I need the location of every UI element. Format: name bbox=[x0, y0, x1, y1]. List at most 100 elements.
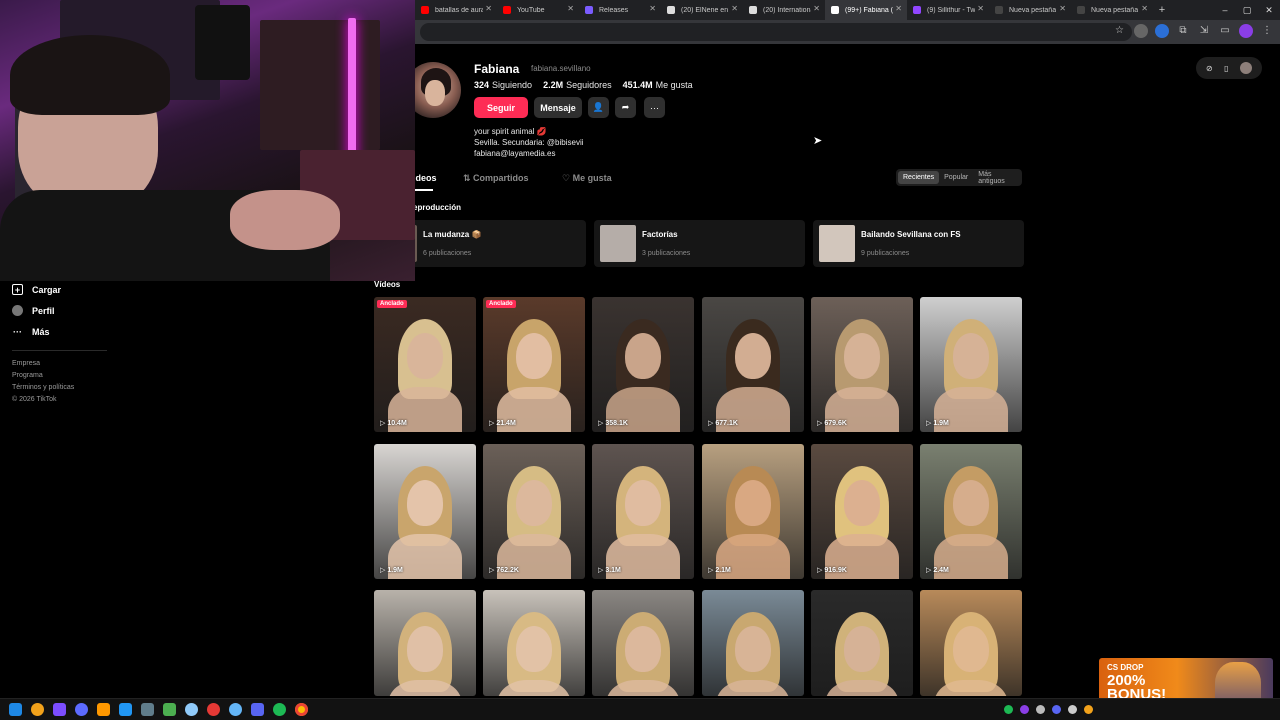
close-tab-icon[interactable]: ✕ bbox=[649, 4, 656, 13]
video-thumbnail[interactable]: Anclado ▷ 21.4M bbox=[483, 297, 585, 432]
sidebar-item-more[interactable]: ··· Más bbox=[12, 326, 50, 337]
puzzle-icon[interactable]: ⧉ bbox=[1176, 24, 1190, 38]
app-icon[interactable] bbox=[75, 703, 88, 716]
app-icon[interactable] bbox=[229, 703, 242, 716]
view-count-value: 1.9M bbox=[933, 420, 949, 427]
browser-tab[interactable]: Nueva pestaña ✕ bbox=[989, 0, 1071, 20]
video-thumbnail[interactable] bbox=[483, 590, 585, 696]
close-tab-icon[interactable]: ✕ bbox=[485, 4, 492, 13]
browser-tab[interactable]: (20) International ✕ bbox=[743, 0, 825, 20]
sidebar-item-profile[interactable]: Perfil bbox=[12, 305, 55, 316]
video-thumbnail[interactable]: ▷ 677.1K bbox=[702, 297, 804, 432]
bookmark-star-icon[interactable]: ☆ bbox=[1115, 25, 1124, 36]
stat-followers[interactable]: 2.2M Seguidores bbox=[543, 80, 612, 90]
browser-tab[interactable]: batallas de aura ✕ bbox=[415, 0, 497, 20]
footer-link-terms[interactable]: Términos y políticas bbox=[12, 384, 74, 391]
video-thumbnail[interactable]: ▷ 3.1M bbox=[592, 444, 694, 579]
tab-reposts[interactable]: ⇅ Compartidos bbox=[463, 173, 529, 184]
sort-oldest[interactable]: Más antiguos bbox=[973, 168, 1020, 188]
app-icon[interactable] bbox=[163, 703, 176, 716]
app-icon[interactable] bbox=[207, 703, 220, 716]
close-tab-icon[interactable]: ✕ bbox=[567, 4, 574, 13]
tab-favicon-icon bbox=[585, 6, 593, 14]
reading-list-icon[interactable]: ▭ bbox=[1218, 24, 1232, 38]
video-thumbnail[interactable]: ▷ 1.9M bbox=[374, 444, 476, 579]
video-thumbnail[interactable] bbox=[811, 590, 913, 696]
follow-button[interactable]: Seguir bbox=[474, 97, 528, 118]
video-thumbnail[interactable]: ▷ 2.4M bbox=[920, 444, 1022, 579]
close-tab-icon[interactable]: ✕ bbox=[895, 4, 902, 13]
video-thumbnail[interactable]: ▷ 2.1M bbox=[702, 444, 804, 579]
address-bar[interactable]: ☆ bbox=[420, 23, 1132, 41]
tray-icon[interactable] bbox=[1004, 705, 1013, 714]
tray-icon[interactable] bbox=[1036, 705, 1045, 714]
thumbnail-face bbox=[407, 626, 443, 672]
tray-icon[interactable] bbox=[1020, 705, 1029, 714]
playlist-card[interactable]: Bailando Sevillana con FS 9 publicacione… bbox=[813, 220, 1024, 267]
steam-icon[interactable] bbox=[141, 703, 154, 716]
browser-tab[interactable]: Releases ✕ bbox=[579, 0, 661, 20]
app-icon[interactable] bbox=[119, 703, 132, 716]
bio-line[interactable]: Sevilla. Secundaria: @bibisevii bbox=[474, 137, 584, 148]
video-thumbnail[interactable] bbox=[592, 590, 694, 696]
app-icon[interactable] bbox=[185, 703, 198, 716]
profile-name: Fabiana bbox=[474, 62, 520, 76]
video-thumbnail[interactable]: ▷ 916.9K bbox=[811, 444, 913, 579]
search-icon[interactable] bbox=[31, 703, 44, 716]
user-avatar-icon[interactable] bbox=[1240, 62, 1253, 74]
close-tab-icon[interactable]: ✕ bbox=[731, 4, 738, 13]
extension-icon[interactable] bbox=[1134, 24, 1148, 38]
profile-avatar-icon[interactable] bbox=[1239, 24, 1253, 38]
compass-icon[interactable]: ⊘ bbox=[1206, 64, 1213, 73]
sidebar-item-upload[interactable]: + Cargar bbox=[12, 284, 61, 295]
more-options-button[interactable]: ··· bbox=[644, 97, 665, 118]
device-icon[interactable]: ▯ bbox=[1224, 64, 1228, 73]
video-thumbnail[interactable]: ▷ 358.1K bbox=[592, 297, 694, 432]
video-thumbnail[interactable]: ▷ 1.9M bbox=[920, 297, 1022, 432]
share-button[interactable]: ➦ bbox=[615, 97, 636, 118]
browser-tab[interactable]: Nueva pestaña ✕ bbox=[1071, 0, 1153, 20]
tab-liked[interactable]: ♡ Me gusta bbox=[562, 173, 612, 184]
video-thumbnail[interactable]: ▷ 679.6K bbox=[811, 297, 913, 432]
close-tab-icon[interactable]: ✕ bbox=[1141, 4, 1148, 13]
video-thumbnail[interactable]: ▷ 762.2K bbox=[483, 444, 585, 579]
close-window-icon[interactable]: ✕ bbox=[1258, 0, 1280, 20]
browser-tab[interactable]: YouTube ✕ bbox=[497, 0, 579, 20]
stat-following[interactable]: 324 Siguiendo bbox=[474, 80, 532, 90]
tshirt-poster bbox=[195, 5, 250, 80]
minimize-icon[interactable]: – bbox=[1214, 0, 1236, 20]
footer-link-company[interactable]: Empresa bbox=[12, 360, 74, 367]
app-icon[interactable] bbox=[53, 703, 66, 716]
extension-icon[interactable] bbox=[1155, 24, 1169, 38]
video-thumbnail[interactable] bbox=[374, 590, 476, 696]
spotify-icon[interactable] bbox=[273, 703, 286, 716]
browser-tab[interactable]: (99+) Fabiana (@✕ bbox=[825, 0, 907, 20]
close-tab-icon[interactable]: ✕ bbox=[813, 4, 820, 13]
close-tab-icon[interactable]: ✕ bbox=[977, 4, 984, 13]
start-windows-icon[interactable] bbox=[9, 703, 22, 716]
chrome-icon[interactable] bbox=[295, 703, 308, 716]
footer-link-program[interactable]: Programa bbox=[12, 372, 74, 379]
browser-tab[interactable]: (20) ElNene en X✕ bbox=[661, 0, 743, 20]
video-thumbnail[interactable] bbox=[920, 590, 1022, 696]
discord-icon[interactable] bbox=[251, 703, 264, 716]
sort-recent[interactable]: Recientes bbox=[898, 171, 940, 184]
tray-icon[interactable] bbox=[1084, 705, 1093, 714]
suggest-accounts-button[interactable]: 👤 bbox=[588, 97, 609, 118]
tray-icon[interactable] bbox=[1052, 705, 1061, 714]
maximize-icon[interactable]: ▢ bbox=[1236, 0, 1258, 20]
video-thumbnail[interactable] bbox=[702, 590, 804, 696]
sort-popular[interactable]: Popular bbox=[939, 171, 973, 184]
menu-kebab-icon[interactable]: ⋮ bbox=[1260, 24, 1274, 38]
new-tab-icon[interactable]: + bbox=[1153, 4, 1171, 16]
pin-icon[interactable]: ⇲ bbox=[1197, 24, 1211, 38]
app-icon[interactable] bbox=[97, 703, 110, 716]
tray-icon[interactable] bbox=[1068, 705, 1077, 714]
view-count: ▷ 1.9M bbox=[380, 566, 403, 574]
video-thumbnail[interactable]: Anclado ▷ 10.4M bbox=[374, 297, 476, 432]
playlist-card[interactable]: Factorías 3 publicaciones bbox=[594, 220, 805, 267]
close-tab-icon[interactable]: ✕ bbox=[1059, 4, 1066, 13]
browser-tab[interactable]: (9) Sillithur - Twitc✕ bbox=[907, 0, 989, 20]
tab-videos[interactable]: ideos bbox=[413, 173, 437, 183]
message-button[interactable]: Mensaje bbox=[534, 97, 582, 118]
